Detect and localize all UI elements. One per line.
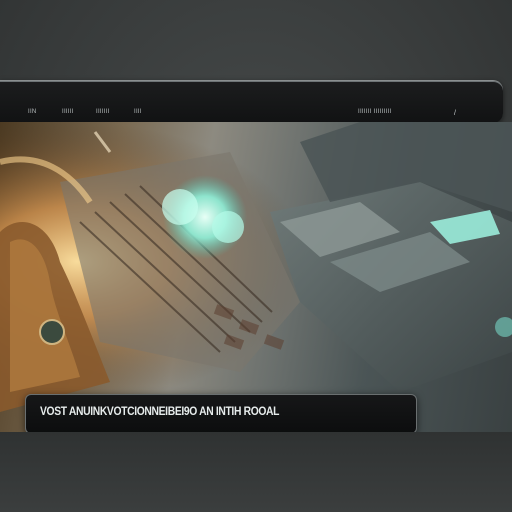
slash-menu-icon[interactable]: /	[454, 110, 460, 117]
nav-item-1[interactable]: IIN	[28, 109, 37, 119]
battle-scene-illustration	[0, 122, 512, 432]
header-right-label[interactable]: IIIIIII IIIIIIIII	[358, 109, 391, 119]
bottom-shade	[0, 432, 512, 512]
scene-artwork	[0, 122, 512, 432]
nav-item-3[interactable]: IIIIIII	[96, 109, 110, 119]
nav-item-2[interactable]: IIIIII	[62, 109, 74, 119]
caption-bar: VOST ANUINKVOTCIONNEIBEI9O AN INTIH ROOA…	[25, 394, 417, 434]
caption-text: VOST ANUINKVOTCIONNEIBEI9O AN INTIH ROOA…	[40, 404, 280, 418]
nav-item-4[interactable]: IIII	[134, 109, 142, 119]
top-navigation-bar: IIN IIIIII IIIIIII IIII IIIIIII IIIIIIII…	[0, 80, 503, 123]
